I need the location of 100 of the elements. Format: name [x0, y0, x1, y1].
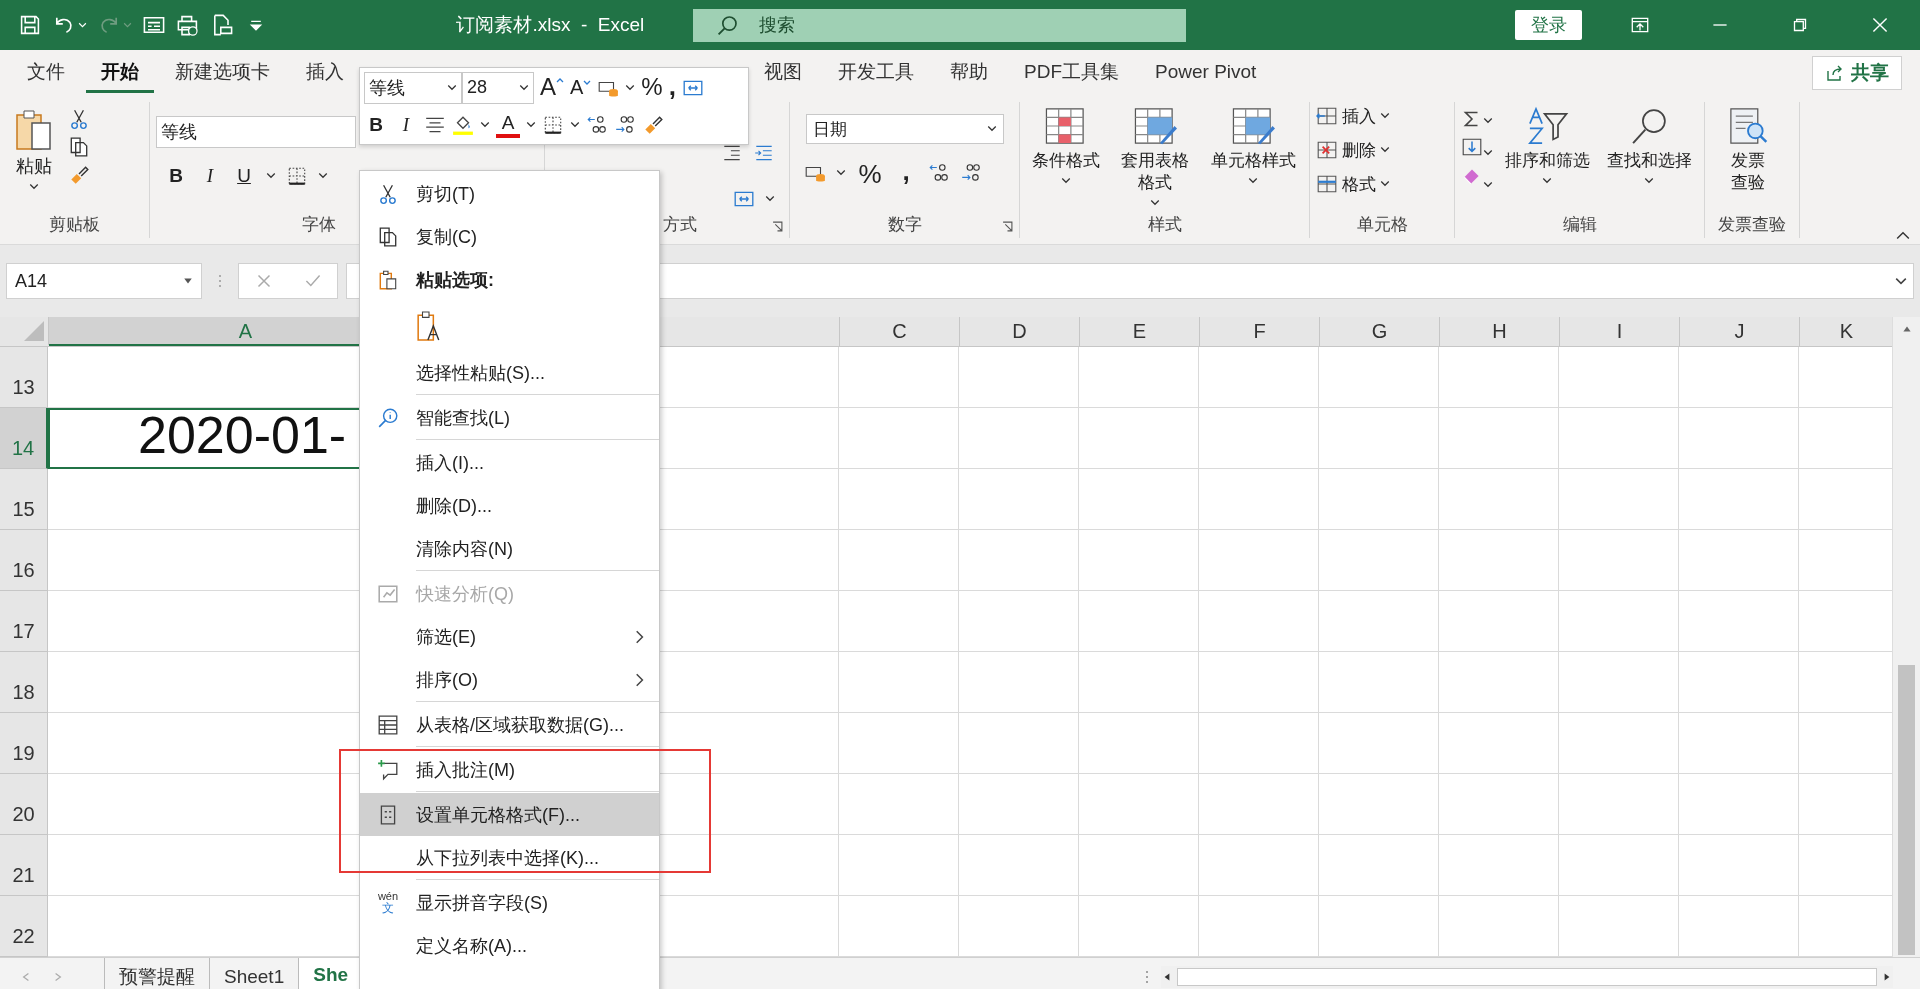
ribbon-tab[interactable]: PDF工具集	[1009, 52, 1134, 93]
caret-icon[interactable]	[78, 20, 87, 30]
grid-cell[interactable]	[839, 469, 959, 530]
caret-icon[interactable]	[625, 82, 636, 93]
grid-cell[interactable]	[1079, 713, 1199, 774]
grid-cell[interactable]	[1319, 530, 1439, 591]
vertical-scrollbar[interactable]	[1892, 317, 1920, 957]
caret-icon[interactable]	[1483, 148, 1493, 158]
grid-cell[interactable]	[1319, 469, 1439, 530]
grid-cell[interactable]	[839, 591, 959, 652]
column-header[interactable]: G	[1320, 317, 1440, 346]
grid-cell[interactable]	[1319, 774, 1439, 835]
caret-icon[interactable]	[1483, 180, 1493, 190]
menu-item[interactable]: 删除(D)...	[360, 484, 659, 527]
menu-item[interactable]: 选择性粘贴(S)...	[360, 351, 659, 394]
grid-cell[interactable]	[839, 835, 959, 896]
grid-cell[interactable]	[1079, 652, 1199, 713]
grid-cell[interactable]	[1079, 469, 1199, 530]
caret-icon[interactable]	[836, 168, 846, 178]
grid-cell[interactable]	[1079, 774, 1199, 835]
grid-cell[interactable]	[1679, 652, 1799, 713]
caret-icon[interactable]	[266, 171, 276, 181]
save-icon[interactable]	[18, 13, 42, 37]
grid-cell[interactable]	[1559, 652, 1679, 713]
comma-button[interactable]: ,	[894, 158, 918, 188]
caret-icon[interactable]	[480, 119, 490, 130]
grid-cell[interactable]	[1199, 591, 1319, 652]
increase-decimal-icon[interactable]	[928, 162, 950, 184]
grid-cell[interactable]	[1679, 530, 1799, 591]
ribbon-tab[interactable]: 开始	[86, 52, 154, 93]
grid-cell[interactable]	[1559, 713, 1679, 774]
shrink-font-button[interactable]: A	[570, 76, 592, 99]
menu-item[interactable]: 从表格/区域获取数据(G)...	[360, 703, 659, 746]
ribbon-tab[interactable]: 插入	[291, 52, 359, 93]
font-name-field[interactable]: 等线	[364, 71, 462, 104]
grid-cell[interactable]	[959, 713, 1079, 774]
styles-button[interactable]: 套用表格格式	[1111, 106, 1198, 209]
grid-cell[interactable]	[1679, 835, 1799, 896]
ribbon-tab[interactable]: 新建选项卡	[160, 52, 285, 93]
menu-item[interactable]: 剪切(T)	[360, 172, 659, 215]
row-header[interactable]: 20	[0, 774, 48, 835]
grid-cell[interactable]	[1199, 774, 1319, 835]
column-header[interactable]: E	[1080, 317, 1200, 346]
grid-cell[interactable]	[1679, 408, 1799, 469]
styles-button[interactable]: 单元格样式	[1203, 106, 1303, 187]
grid-cell[interactable]	[1199, 713, 1319, 774]
grid-cell[interactable]	[1319, 591, 1439, 652]
styles-button[interactable]: 条件格式	[1026, 106, 1106, 187]
login-button[interactable]: 登录	[1515, 10, 1582, 40]
comma-button[interactable]: ,	[668, 72, 676, 103]
grid-cell[interactable]	[1439, 835, 1559, 896]
bold-button[interactable]: B	[364, 110, 388, 139]
grid-cell[interactable]	[1439, 347, 1559, 408]
column-header[interactable]: F	[1200, 317, 1320, 346]
grow-font-button[interactable]: A	[540, 73, 564, 102]
row-header[interactable]: 16	[0, 530, 48, 591]
cells-button[interactable]: 插入	[1316, 102, 1390, 130]
font-size-field[interactable]: 28	[462, 71, 534, 104]
grid-cell[interactable]	[1319, 408, 1439, 469]
caret-icon[interactable]	[526, 119, 536, 130]
grid-cell[interactable]	[1679, 347, 1799, 408]
caret-icon[interactable]	[318, 171, 328, 181]
name-box[interactable]: A14	[6, 263, 202, 299]
grid-cell[interactable]	[1559, 835, 1679, 896]
caret-icon[interactable]	[570, 119, 580, 130]
bold-button[interactable]: B	[164, 162, 188, 190]
column-header[interactable]: C	[840, 317, 960, 346]
grid-cell[interactable]	[1199, 530, 1319, 591]
row-header[interactable]: 15	[0, 469, 48, 530]
grid-cell[interactable]	[1079, 408, 1199, 469]
underline-button[interactable]: U	[232, 162, 256, 190]
row-header[interactable]: 17	[0, 591, 48, 652]
menu-item[interactable]: wén 文 显示拼音字段(S)	[360, 881, 659, 924]
grid-cell[interactable]	[959, 835, 1079, 896]
row-header[interactable]: 21	[0, 835, 48, 896]
menu-item[interactable]: 定义名称(A)...	[360, 924, 659, 967]
percent-button[interactable]: %	[641, 73, 663, 102]
grid-cell[interactable]	[839, 713, 959, 774]
ribbon-tab[interactable]: 帮助	[935, 52, 1003, 93]
grid-cell[interactable]	[959, 774, 1079, 835]
cells-button[interactable]: 格式	[1316, 170, 1390, 198]
fill-icon[interactable]	[1461, 136, 1483, 158]
scrollbar-thumb[interactable]	[1177, 967, 1877, 986]
grid-cell[interactable]	[1319, 652, 1439, 713]
invoice-check-button[interactable]: 发票查验	[1717, 106, 1779, 195]
grid-cell[interactable]	[1679, 469, 1799, 530]
menu-item[interactable]: 复制(C)	[360, 215, 659, 258]
italic-button[interactable]: I	[394, 110, 418, 139]
grid-cell[interactable]	[1439, 774, 1559, 835]
grid-cell[interactable]	[1439, 530, 1559, 591]
format-painter-icon[interactable]	[68, 164, 90, 186]
grid-cell[interactable]	[1439, 469, 1559, 530]
percent-button[interactable]: %	[856, 159, 884, 187]
grid-cell[interactable]	[959, 469, 1079, 530]
grid-cell[interactable]	[1559, 347, 1679, 408]
row-header[interactable]: 19	[0, 713, 48, 774]
grid-cell[interactable]	[1439, 652, 1559, 713]
grid-cell[interactable]	[839, 530, 959, 591]
editing-button[interactable]: 排序和筛选	[1499, 106, 1595, 187]
row-header[interactable]: 14	[0, 408, 48, 469]
